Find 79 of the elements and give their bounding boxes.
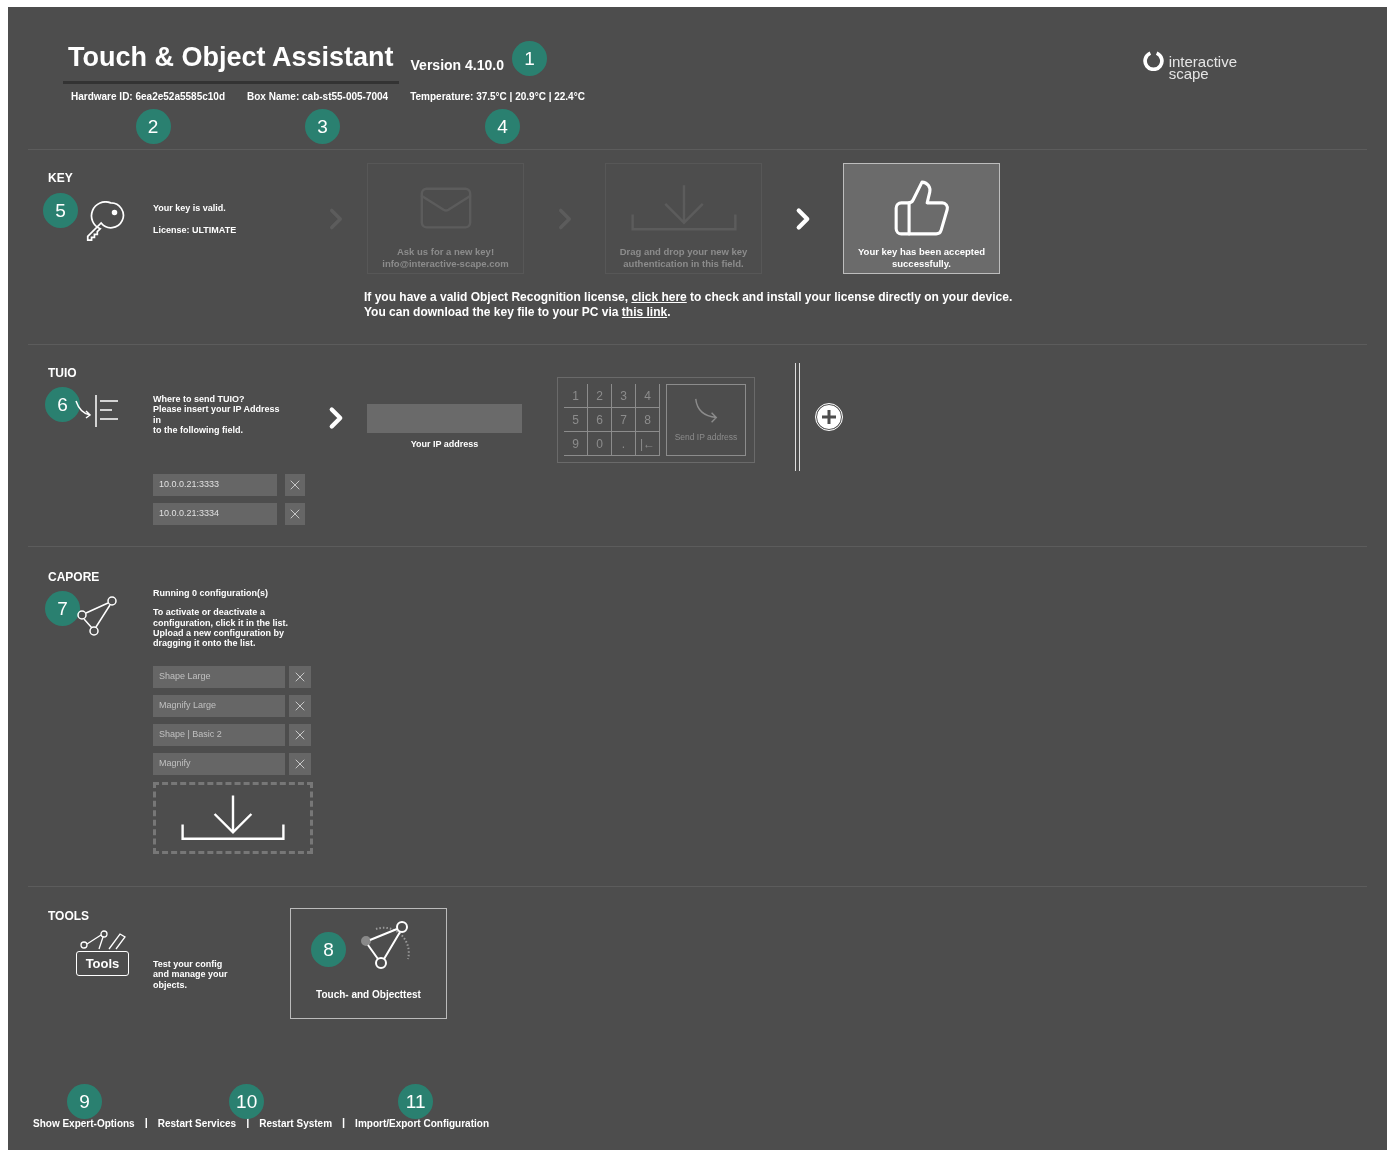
keypad-key[interactable]: |← xyxy=(636,432,660,456)
section-title: KEY xyxy=(48,170,74,187)
step-text: Your key has been accepted successfully. xyxy=(857,246,986,269)
list-arrow-icon xyxy=(72,393,120,429)
license-note: If you have a valid Object Recognition license, click here to check and install your license directly on your device. xyxy=(364,290,1014,305)
keypad-key[interactable]: 9 xyxy=(564,432,588,456)
keypad-key[interactable]: 6 xyxy=(588,408,612,432)
callout-badge: 5 xyxy=(43,193,78,228)
callout-badge: 1 xyxy=(511,41,547,76)
keypad-key[interactable]: 8 xyxy=(636,408,660,432)
footer-link[interactable]: Restart Services xyxy=(157,1118,237,1129)
configuration-item[interactable]: Magnify Large xyxy=(153,694,285,717)
remove-button[interactable] xyxy=(284,474,305,496)
device-info: Temperature: 37.5°C | 20.9°C | 22.4°C xyxy=(410,90,585,104)
key-status: Your key is valid. xyxy=(153,203,227,214)
section-title: TUIO xyxy=(48,365,78,382)
link-separator: | xyxy=(144,1114,148,1130)
tools-description: Test your config xyxy=(153,959,224,970)
drop-zone[interactable] xyxy=(153,781,313,854)
inline-link[interactable]: click here xyxy=(631,290,687,304)
ip-target-field[interactable]: 10.0.0.21:3333 xyxy=(153,474,277,496)
running-status: Running 0 configuration(s) xyxy=(153,588,269,599)
device-info: Hardware ID: 6ea2e52a5585c10d xyxy=(71,90,225,104)
capore-instruction: Upload a new configuration by dragging it onto the list. xyxy=(153,628,285,649)
node-graph-icon xyxy=(76,595,118,639)
tools-description: objects. xyxy=(153,979,188,991)
touch-test-card[interactable]: 8 Touch- and Objecttest xyxy=(290,908,447,1019)
brand-logo-text: interactive scape xyxy=(1168,56,1237,80)
remove-button[interactable] xyxy=(289,665,311,688)
app-title: Touch & Object Assistant xyxy=(67,41,395,73)
license-note: You can download the key file to your PC via this link. xyxy=(364,305,672,320)
remove-button[interactable] xyxy=(289,723,311,746)
callout-badge: 10 xyxy=(229,1084,265,1119)
send-button[interactable]: Send IP address xyxy=(666,384,746,456)
ip-address-field[interactable] xyxy=(367,404,522,433)
callout-badge: 11 xyxy=(398,1084,434,1119)
callout-badge: 4 xyxy=(485,109,521,144)
keypad-key[interactable]: 2 xyxy=(588,384,612,408)
callout-badge: 9 xyxy=(67,1084,102,1119)
keypad-key[interactable]: 5 xyxy=(564,408,588,432)
section-title: TOOLS xyxy=(48,908,91,925)
version-label: Version 4.10.0 xyxy=(410,56,504,75)
keypad-key[interactable]: . xyxy=(612,432,636,456)
license-text: License: ULTIMATE xyxy=(153,225,238,236)
keypad-key[interactable]: 1 xyxy=(564,384,588,408)
field-label: Your IP address xyxy=(410,438,479,451)
logo-ring-icon xyxy=(1142,50,1164,71)
keypad-key[interactable]: 7 xyxy=(612,408,636,432)
keypad-key[interactable]: 3 xyxy=(612,384,636,408)
remove-button[interactable] xyxy=(289,752,311,775)
device-info: Box Name: cab-st55-005-7004 xyxy=(247,90,389,104)
step-text: Drag and drop your new key authentication in this field. xyxy=(619,246,748,269)
callout-badge: 8 xyxy=(311,931,346,967)
footer-link[interactable]: Restart System xyxy=(259,1118,333,1129)
footer-link[interactable]: Show Expert-Options xyxy=(33,1118,135,1129)
capore-instruction: To activate or deactivate a configuration, click it in the list. xyxy=(153,607,289,629)
footer-link[interactable]: Import/Export Configuration xyxy=(355,1118,489,1129)
curved-arrow-icon xyxy=(692,396,720,425)
tuio-instruction: in xyxy=(153,414,162,426)
tools-description: and manage your xyxy=(153,969,229,980)
tuio-instruction: to the following field. xyxy=(153,425,244,436)
callout-badge: 3 xyxy=(305,109,341,144)
configuration-item[interactable]: Shape Large xyxy=(153,665,285,688)
callout-badge: 2 xyxy=(135,109,171,144)
link-separator: | xyxy=(342,1114,346,1130)
step-text: Ask us for a new key! info@interactive-scape.com xyxy=(382,246,509,269)
keypad-key[interactable]: 0 xyxy=(588,432,612,456)
section-title: CAPORE xyxy=(48,569,101,586)
ip-target-field[interactable]: 10.0.0.21:3334 xyxy=(153,503,277,525)
callout-badge: 7 xyxy=(45,591,80,626)
add-icon[interactable] xyxy=(815,403,843,431)
callout-badge: 6 xyxy=(45,387,80,422)
remove-button[interactable] xyxy=(289,694,311,717)
tuio-instruction: Please insert your IP Address xyxy=(153,404,281,415)
tuio-instruction: Where to send TUIO? xyxy=(153,394,246,405)
configuration-item[interactable]: Magnify xyxy=(153,752,285,775)
remove-button[interactable] xyxy=(284,503,305,525)
configuration-item[interactable]: Shape | Basic 2 xyxy=(153,723,285,746)
keypad-key[interactable]: 4 xyxy=(636,384,660,408)
